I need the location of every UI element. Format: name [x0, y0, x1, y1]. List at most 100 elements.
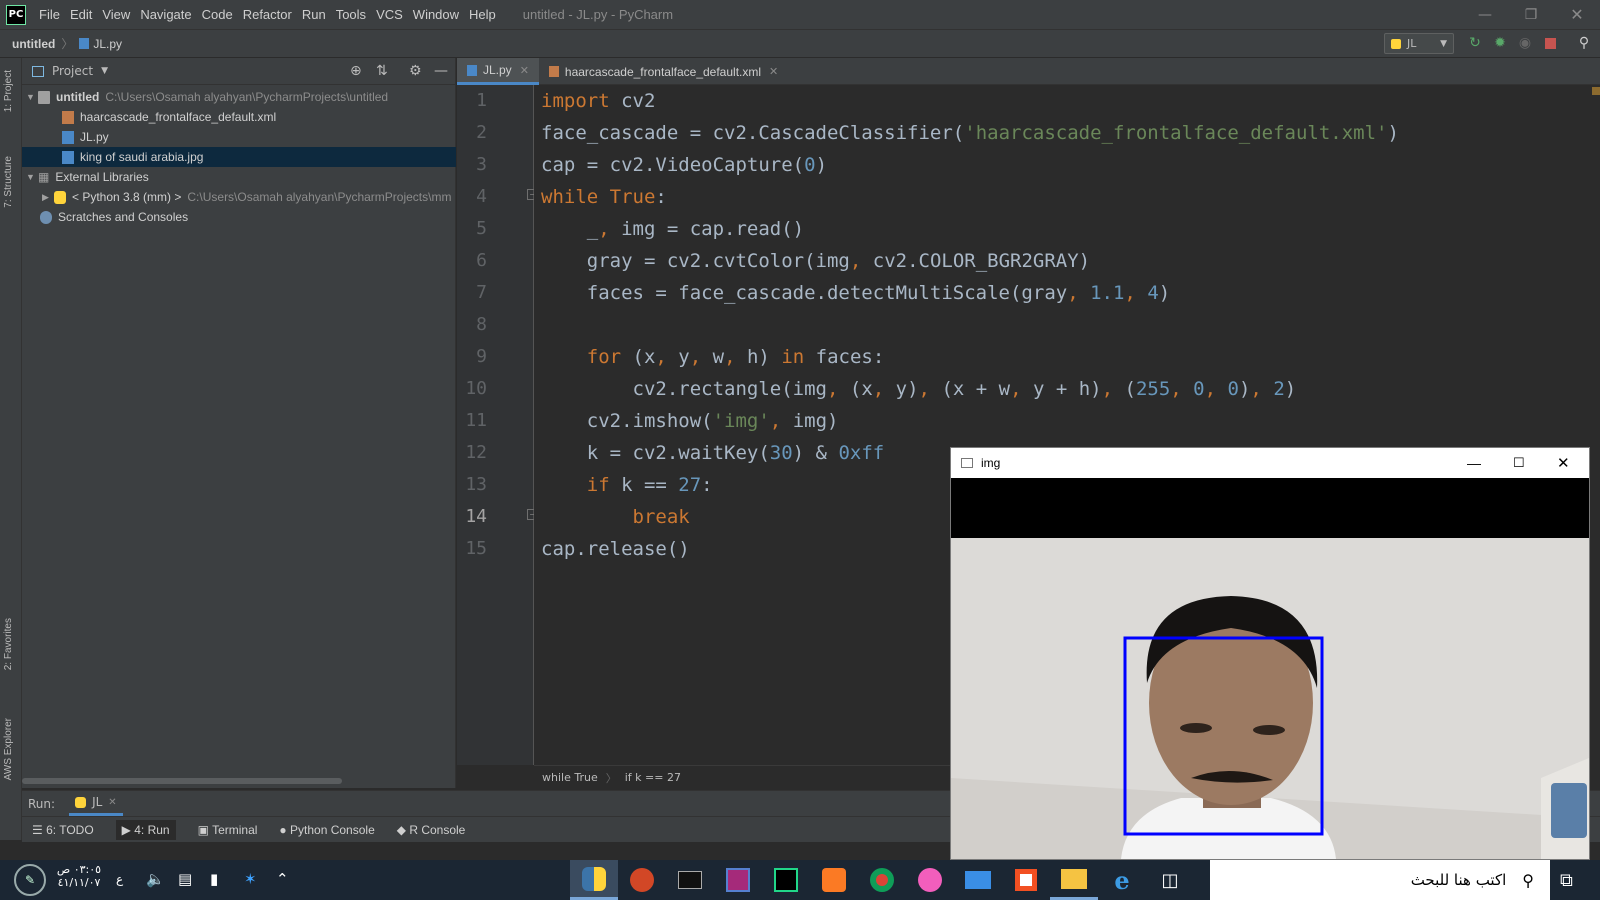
tree-file-xml[interactable]: haarcascade_frontalface_default.xml	[62, 107, 276, 127]
menu-view[interactable]: View	[97, 0, 135, 29]
taskbar-itunes[interactable]	[906, 860, 954, 900]
input-language[interactable]: ع	[116, 872, 123, 886]
close-tab-icon[interactable]: ✕	[108, 797, 116, 808]
clock-time: ٠٣:٠٥ ص	[56, 863, 102, 876]
tree-node-scratches[interactable]: Scratches and Consoles	[40, 207, 188, 227]
menu-tools[interactable]: Tools	[331, 0, 371, 29]
notification-icon[interactable]: ✎	[14, 864, 46, 896]
line-number: 4	[476, 186, 487, 207]
breadcrumb-project[interactable]: untitled	[12, 37, 55, 51]
battery-icon[interactable]: ▮	[210, 870, 218, 888]
xampp-icon	[822, 868, 846, 892]
network-icon[interactable]: ▤	[178, 870, 192, 888]
tree-file-py[interactable]: JL.py	[62, 127, 109, 147]
restore-icon[interactable]: ❐	[1508, 0, 1554, 29]
close-icon[interactable]: ✕	[1554, 0, 1600, 29]
locate-icon[interactable]: ⊕	[350, 63, 362, 79]
bluetooth-icon[interactable]: ✶	[244, 870, 257, 888]
taskbar-python-app[interactable]	[570, 860, 618, 900]
opencv-img-window[interactable]: img — ☐ ✕	[950, 447, 1590, 860]
python-console-icon: ●	[279, 822, 291, 837]
menu-code[interactable]: Code	[197, 0, 238, 29]
tab-haarcascade-xml[interactable]: haarcascade_frontalface_default.xml ✕	[539, 58, 788, 85]
tab-label: haarcascade_frontalface_default.xml	[564, 64, 762, 79]
python-icon	[54, 190, 66, 204]
chevron-down-icon[interactable]: ▼	[101, 66, 108, 76]
taskbar-edge[interactable]: e	[1098, 860, 1146, 900]
menu-navigate[interactable]: Navigate	[135, 0, 196, 29]
powerpoint-icon	[630, 868, 654, 892]
volume-icon[interactable]: 🔈	[146, 870, 165, 888]
run-tab-label: JL	[92, 795, 103, 809]
favorites-tool-tab[interactable]: 2: Favorites	[3, 618, 14, 670]
tool-run[interactable]: ▶ 4: Run	[115, 819, 176, 840]
horizontal-scrollbar[interactable]	[22, 778, 342, 784]
code-line-7: faces = face_cascade.detectMultiScale(gr…	[541, 282, 1171, 304]
taskbar-mail[interactable]	[954, 860, 1002, 900]
tree-label: untitled	[56, 90, 100, 104]
menu-window[interactable]: Window	[408, 0, 464, 29]
menu-help[interactable]: Help	[464, 0, 501, 29]
tree-node-python[interactable]: ▶ < Python 3.8 (mm) > C:\Users\Osamah al…	[42, 187, 451, 207]
taskbar-cmd[interactable]	[666, 860, 714, 900]
close-tab-icon[interactable]: ✕	[520, 64, 529, 77]
coverage-icon[interactable]: ◉	[1515, 33, 1535, 53]
menu-vcs[interactable]: VCS	[371, 0, 408, 29]
code-line-5: _, img = cap.read()	[541, 218, 805, 240]
menu-edit[interactable]: Edit	[65, 0, 97, 29]
taskbar-winrar[interactable]	[714, 860, 762, 900]
taskbar-search[interactable]: اكتب هنا للبحث ⚲	[1210, 860, 1550, 900]
hide-panel-icon[interactable]: —	[434, 63, 448, 79]
breadcrumb-while[interactable]: while True	[542, 771, 598, 784]
windows-start-icon[interactable]: ⧉	[1560, 870, 1573, 891]
python-app-icon	[582, 866, 606, 891]
taskbar-xampp[interactable]	[810, 860, 858, 900]
menu-refactor[interactable]: Refactor	[238, 0, 297, 29]
tree-node-untitled[interactable]: ▼ untitled C:\Users\Osamah alyahyan\Pych…	[26, 87, 388, 107]
minimize-icon[interactable]: —	[1467, 455, 1481, 471]
show-hidden-icons-icon[interactable]: ⌃	[276, 870, 289, 888]
menu-run[interactable]: Run	[297, 0, 331, 29]
run-tab-jl[interactable]: JL ✕	[69, 792, 123, 816]
stop-icon[interactable]	[1540, 33, 1560, 53]
edge-icon: e	[1114, 865, 1130, 895]
r-console-icon: ◆	[396, 822, 410, 837]
taskbar-file-explorer[interactable]	[1050, 860, 1098, 900]
img-window-titlebar[interactable]: img — ☐ ✕	[951, 448, 1589, 478]
taskbar-chrome[interactable]	[858, 860, 906, 900]
line-number: 15	[465, 538, 487, 559]
collapse-all-icon[interactable]: ⇅	[376, 63, 388, 79]
tree-label: External Libraries	[55, 170, 149, 184]
maximize-icon[interactable]: ☐	[1513, 455, 1525, 471]
tool-terminal[interactable]: ▣ Terminal	[198, 823, 258, 837]
breadcrumb-file[interactable]: JL.py	[93, 37, 122, 51]
structure-tool-tab[interactable]: 7: Structure	[3, 156, 14, 208]
tool-todo[interactable]: ☰ 6: TODO	[32, 823, 94, 837]
tree-file-jpg[interactable]: king of saudi arabia.jpg	[22, 147, 456, 167]
minimize-icon[interactable]: —	[1462, 0, 1508, 29]
taskbar-store[interactable]	[1002, 860, 1050, 900]
taskbar-pycharm[interactable]	[762, 860, 810, 900]
tool-python-console[interactable]: ● Python Console	[279, 823, 374, 837]
project-view-label[interactable]: Project	[52, 64, 93, 78]
taskbar-powerpoint[interactable]	[618, 860, 666, 900]
breadcrumb-if[interactable]: if k == 27	[625, 771, 681, 784]
inspection-status-icon[interactable]	[1592, 87, 1600, 95]
gear-icon[interactable]: ⚙	[409, 63, 422, 79]
menu-file[interactable]: File	[34, 0, 65, 29]
close-icon[interactable]: ✕	[1557, 454, 1570, 472]
project-tool-tab[interactable]: 1: Project	[3, 70, 14, 112]
python-icon	[1391, 38, 1401, 49]
close-tab-icon[interactable]: ✕	[769, 65, 778, 78]
line-number: 3	[476, 154, 487, 175]
rerun-icon[interactable]: ↻	[1465, 33, 1485, 53]
tab-jl-py[interactable]: JL.py ✕	[457, 58, 539, 85]
clock[interactable]: ٠٣:٠٥ ص ٤١/١١/٠٧	[52, 863, 106, 889]
tree-node-external-libraries[interactable]: ▼ ▦ External Libraries	[26, 167, 149, 187]
debug-icon[interactable]: ✹	[1490, 33, 1510, 53]
aws-explorer-tool-tab[interactable]: AWS Explorer	[3, 718, 14, 780]
run-configuration-select[interactable]: JL ▼	[1384, 33, 1454, 54]
tool-r-console[interactable]: ◆ R Console	[397, 823, 466, 837]
search-icon[interactable]: ⚲	[1574, 33, 1594, 53]
task-view-icon[interactable]: ◫	[1146, 860, 1194, 900]
